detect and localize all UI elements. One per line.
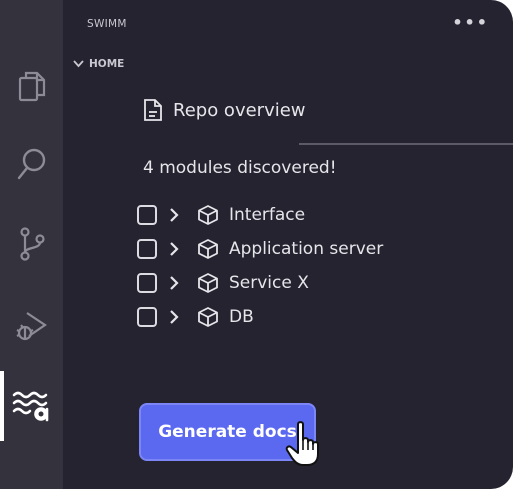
ellipsis-icon[interactable]: ••• bbox=[452, 15, 489, 31]
divider bbox=[299, 143, 513, 145]
section-header-home[interactable]: HOME bbox=[73, 58, 124, 70]
cube-icon bbox=[197, 306, 219, 328]
module-row: Application server bbox=[137, 232, 383, 266]
files-icon[interactable] bbox=[14, 68, 50, 104]
vscode-window: SWIMM ••• HOME Repo overview 4 modules d… bbox=[0, 0, 513, 489]
cube-icon bbox=[197, 272, 219, 294]
module-list: Interface Application server Service X D… bbox=[137, 198, 383, 334]
section-label: HOME bbox=[89, 58, 125, 70]
swimm-icon[interactable] bbox=[12, 388, 54, 424]
search-icon[interactable] bbox=[14, 146, 50, 182]
hand-cursor-icon bbox=[285, 420, 325, 472]
document-icon bbox=[144, 99, 162, 121]
repo-overview-title: Repo overview bbox=[173, 99, 306, 121]
discovery-message: 4 modules discovered! bbox=[143, 158, 337, 178]
module-row: Interface bbox=[137, 198, 383, 232]
module-checkbox[interactable] bbox=[137, 307, 157, 327]
run-debug-icon[interactable] bbox=[14, 308, 50, 344]
repo-overview-link[interactable]: Repo overview bbox=[143, 98, 306, 122]
chevron-right-icon[interactable] bbox=[169, 207, 183, 223]
module-row: DB bbox=[137, 300, 383, 334]
module-checkbox[interactable] bbox=[137, 239, 157, 259]
module-row: Service X bbox=[137, 266, 383, 300]
module-label: Application server bbox=[229, 239, 384, 259]
activity-bar bbox=[0, 0, 63, 489]
module-label: DB bbox=[229, 307, 254, 327]
cube-icon bbox=[197, 238, 219, 260]
chevron-down-icon bbox=[73, 60, 84, 68]
active-indicator bbox=[0, 371, 4, 441]
chevron-right-icon[interactable] bbox=[169, 309, 183, 325]
module-label: Interface bbox=[229, 205, 306, 225]
module-label: Service X bbox=[229, 273, 309, 293]
source-control-icon[interactable] bbox=[14, 226, 50, 262]
module-checkbox[interactable] bbox=[137, 205, 157, 225]
chevron-right-icon[interactable] bbox=[169, 275, 183, 291]
panel-title: SWIMM bbox=[87, 18, 127, 30]
swimm-sidebar: SWIMM ••• HOME Repo overview 4 modules d… bbox=[63, 0, 513, 489]
module-checkbox[interactable] bbox=[137, 273, 157, 293]
chevron-right-icon[interactable] bbox=[169, 241, 183, 257]
cube-icon bbox=[197, 204, 219, 226]
